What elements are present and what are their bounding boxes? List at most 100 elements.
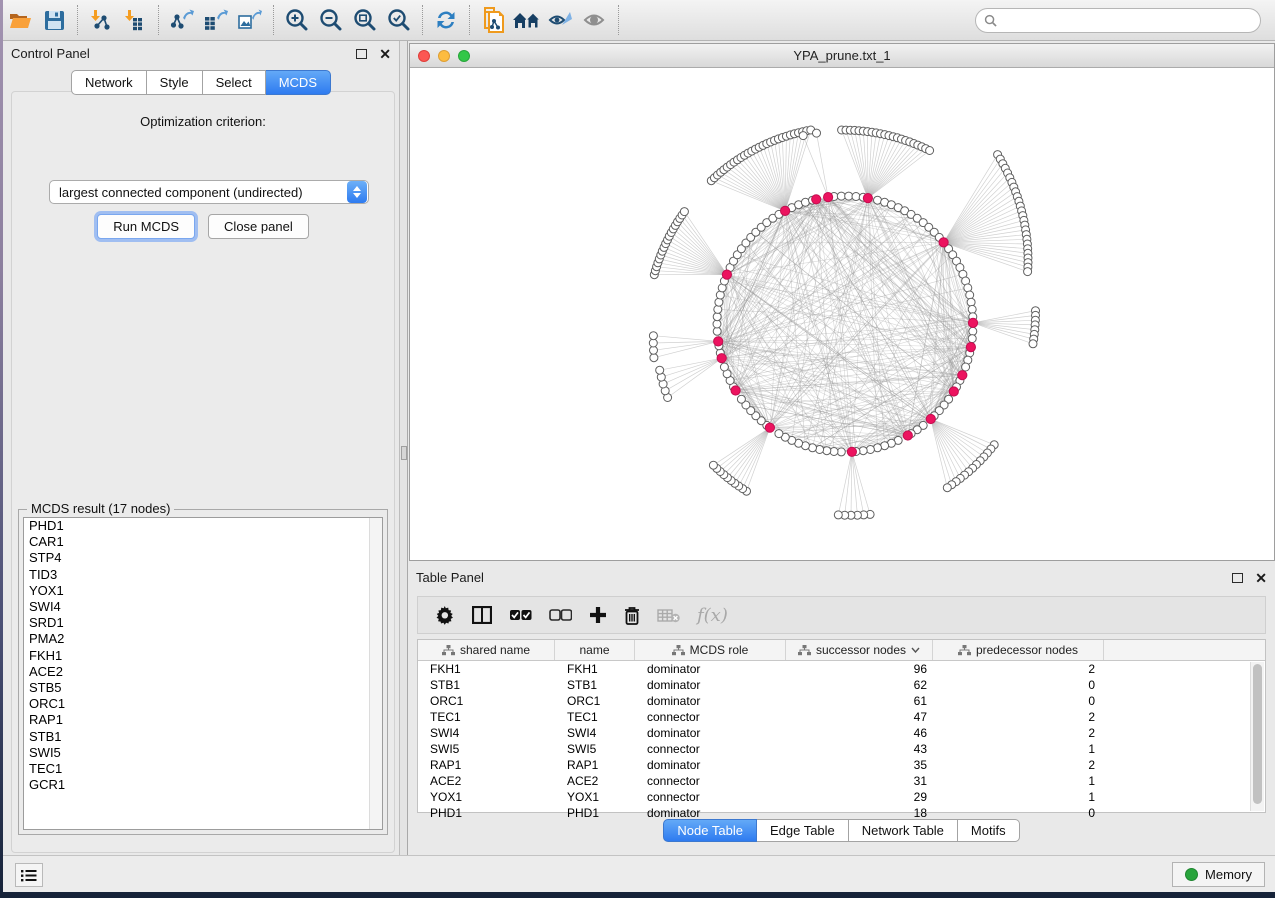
float-table-panel-icon[interactable] <box>1232 573 1243 583</box>
mcds-result-item[interactable]: STB1 <box>24 729 382 745</box>
show-graphics-details-button[interactable] <box>578 3 612 37</box>
network-graph <box>410 69 1274 560</box>
mcds-result-item[interactable]: YOX1 <box>24 583 382 599</box>
select-all-button[interactable] <box>509 609 532 621</box>
table-row[interactable]: ORC1ORC1dominator610 <box>418 693 1265 709</box>
save-icon <box>44 10 65 31</box>
tab-select[interactable]: Select <box>203 70 266 95</box>
network-frame-titlebar[interactable]: YPA_prune.txt_1 <box>410 44 1274 68</box>
cell-shared-name: ACE2 <box>418 774 555 788</box>
cell-shared-name: TEC1 <box>418 710 555 724</box>
open-file-button[interactable] <box>3 3 37 37</box>
table-row[interactable]: SWI4SWI4dominator462 <box>418 725 1265 741</box>
column-header-MCDS-role[interactable]: MCDS role <box>635 640 786 660</box>
mcds-result-item[interactable]: SWI5 <box>24 745 382 761</box>
search-box[interactable] <box>975 8 1261 33</box>
table-body: FKH1FKH1dominator962STB1STB1dominator620… <box>418 661 1265 821</box>
mcds-result-item[interactable]: SWI4 <box>24 599 382 615</box>
cell-name: SWI5 <box>555 742 635 756</box>
hide-graphics-details-button[interactable] <box>544 3 578 37</box>
cell-predecessor-nodes: 2 <box>933 710 1104 724</box>
show-columns-button[interactable] <box>472 606 492 624</box>
table-row[interactable]: YOX1YOX1connector291 <box>418 789 1265 805</box>
mcds-result-item[interactable]: RAP1 <box>24 712 382 728</box>
column-header-successor-nodes[interactable]: successor nodes <box>786 640 933 660</box>
table-row[interactable]: RAP1RAP1dominator352 <box>418 757 1265 773</box>
tab-network[interactable]: Network <box>71 70 147 95</box>
tab-mcds[interactable]: MCDS <box>266 70 331 95</box>
memory-button[interactable]: Memory <box>1172 862 1265 887</box>
mcds-result-item[interactable]: ORC1 <box>24 696 382 712</box>
table-scrollbar[interactable] <box>1250 662 1264 811</box>
task-history-button[interactable] <box>15 863 43 887</box>
column-label: shared name <box>460 643 530 657</box>
tab-network-table[interactable]: Network Table <box>849 819 958 842</box>
export-network-button[interactable] <box>165 3 199 37</box>
optimization-criterion-dropdown[interactable]: largest connected component (undirected) <box>49 180 369 204</box>
create-column-button[interactable] <box>589 606 607 624</box>
table-row[interactable]: TEC1TEC1connector472 <box>418 709 1265 725</box>
mcds-result-list[interactable]: PHD1CAR1STP4TID3YOX1SWI4SRD1PMA2FKH1ACE2… <box>23 517 383 830</box>
tab-style[interactable]: Style <box>147 70 203 95</box>
zoom-out-button[interactable] <box>314 3 348 37</box>
mcds-result-item[interactable]: PMA2 <box>24 631 382 647</box>
mcds-result-item[interactable]: TEC1 <box>24 761 382 777</box>
zoom-fit-button[interactable] <box>348 3 382 37</box>
toolbar-separator <box>273 5 274 35</box>
import-network-button[interactable] <box>84 3 118 37</box>
mcds-result-item[interactable]: CAR1 <box>24 534 382 550</box>
column-header-name[interactable]: name <box>555 640 635 660</box>
cell-MCDS-role: dominator <box>635 726 786 740</box>
mcds-result-item[interactable]: FKH1 <box>24 648 382 664</box>
split-divider[interactable] <box>399 41 408 855</box>
zoom-in-button[interactable] <box>280 3 314 37</box>
network-from-file-button[interactable] <box>476 3 510 37</box>
result-list-scrollbar[interactable] <box>369 518 382 829</box>
close-panel-button[interactable]: Close panel <box>208 214 309 239</box>
cell-shared-name: RAP1 <box>418 758 555 772</box>
mcds-result-item[interactable]: STB5 <box>24 680 382 696</box>
divider-grip[interactable] <box>401 446 407 460</box>
deselect-all-button[interactable] <box>549 609 572 621</box>
table-row[interactable]: STB1STB1dominator620 <box>418 677 1265 693</box>
mcds-result-item[interactable]: SRD1 <box>24 615 382 631</box>
table-settings-button[interactable] <box>436 606 455 625</box>
delete-column-button[interactable] <box>624 606 640 625</box>
close-panel-icon[interactable]: ✕ <box>379 49 391 59</box>
import-table-icon <box>124 9 146 31</box>
column-header-shared-name[interactable]: shared name <box>418 640 555 660</box>
export-image-button[interactable] <box>233 3 267 37</box>
mcds-result-item[interactable]: TID3 <box>24 567 382 583</box>
tab-edge-table[interactable]: Edge Table <box>757 819 849 842</box>
tab-motifs[interactable]: Motifs <box>958 819 1020 842</box>
main-toolbar <box>3 0 1275 41</box>
apply-layout-button[interactable] <box>429 3 463 37</box>
search-input[interactable] <box>1002 14 1260 28</box>
mcds-result-item[interactable]: GCR1 <box>24 777 382 793</box>
export-table-button[interactable] <box>199 3 233 37</box>
save-session-button[interactable] <box>37 3 71 37</box>
table-row[interactable]: ACE2ACE2connector311 <box>418 773 1265 789</box>
network-overview-button[interactable] <box>510 3 544 37</box>
mcds-result-item[interactable]: PHD1 <box>24 518 382 534</box>
run-mcds-button[interactable]: Run MCDS <box>97 214 195 239</box>
tab-node-table[interactable]: Node Table <box>663 819 757 842</box>
zoom-selected-button[interactable] <box>382 3 416 37</box>
cell-shared-name: STB1 <box>418 678 555 692</box>
table-scrollbar-thumb[interactable] <box>1253 664 1262 804</box>
table-row[interactable]: FKH1FKH1dominator962 <box>418 661 1265 677</box>
network-frame: YPA_prune.txt_1 <box>409 43 1275 561</box>
cell-MCDS-role: connector <box>635 742 786 756</box>
float-panel-icon[interactable] <box>356 49 367 59</box>
control-panel-tabs: NetworkStyleSelectMCDS <box>3 70 399 95</box>
import-table-button[interactable] <box>118 3 152 37</box>
close-table-panel-icon[interactable]: ✕ <box>1255 573 1267 583</box>
table-row[interactable]: SWI5SWI5connector431 <box>418 741 1265 757</box>
cytoscape-window: Control Panel ✕ NetworkStyleSelectMCDS O… <box>3 0 1275 892</box>
mcds-result-item[interactable]: ACE2 <box>24 664 382 680</box>
cell-MCDS-role: connector <box>635 710 786 724</box>
network-canvas[interactable] <box>410 69 1274 560</box>
mcds-result-item[interactable]: STP4 <box>24 550 382 566</box>
cell-name: TEC1 <box>555 710 635 724</box>
column-header-predecessor-nodes[interactable]: predecessor nodes <box>933 640 1104 660</box>
